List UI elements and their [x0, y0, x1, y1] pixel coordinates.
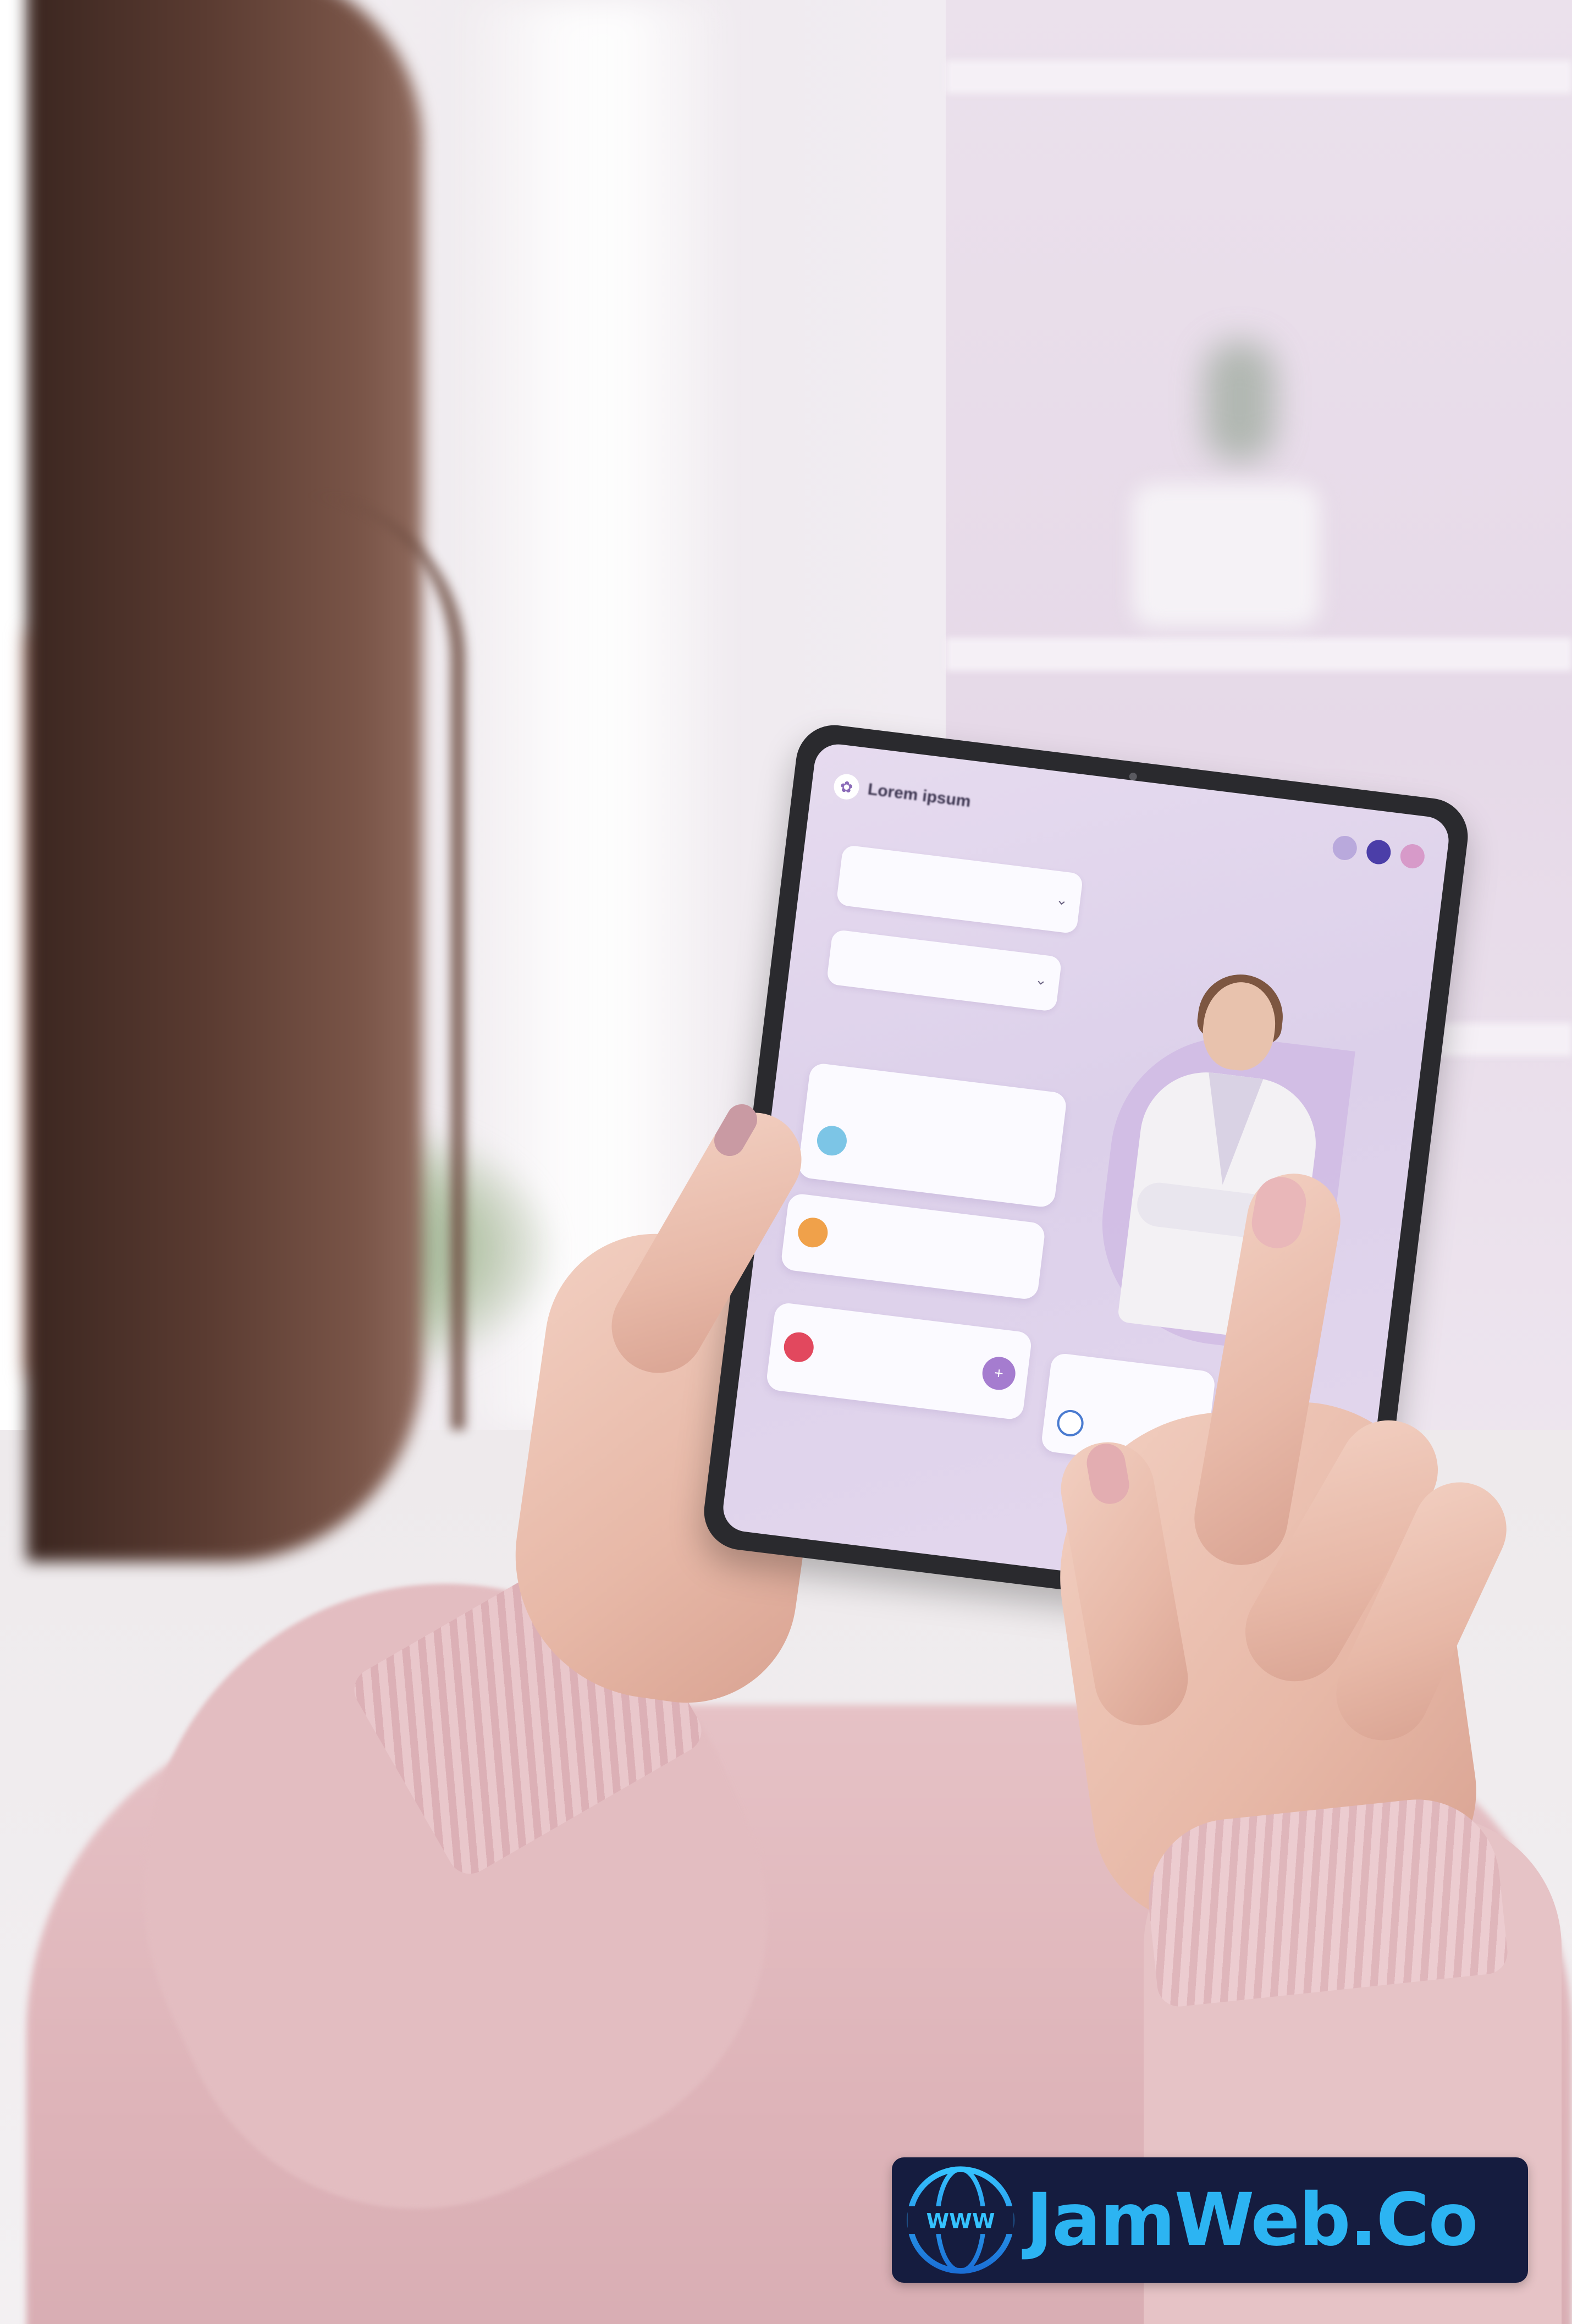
filter-chips — [822, 1019, 887, 1027]
profile-icon[interactable] — [1331, 834, 1359, 862]
app-title: Lorem ipsum — [867, 780, 972, 811]
notification-icon[interactable] — [1365, 838, 1392, 866]
globe-icon: WWW — [907, 2166, 1014, 2274]
watermark-badge: WWW JamWeb.Co — [892, 2157, 1528, 2283]
app-logo-icon: ✿ — [832, 773, 861, 801]
add-button[interactable]: + — [980, 1354, 1018, 1392]
watermark-text: JamWeb.Co — [1026, 2178, 1478, 2262]
clock-icon — [796, 1216, 830, 1249]
settings-icon[interactable] — [1399, 842, 1426, 870]
chevron-down-icon: ⌄ — [1055, 890, 1069, 909]
photo-scene: ✿ Lorem ipsum ⌄ ⌄ + — [0, 0, 1572, 2324]
service-card[interactable]: + — [765, 1302, 1033, 1421]
shelf-board — [946, 638, 1572, 671]
info-icon — [1055, 1408, 1085, 1438]
globe-label: WWW — [926, 2209, 995, 2233]
calendar-icon — [815, 1124, 849, 1158]
hair-strand — [286, 495, 465, 1430]
appointment-card[interactable] — [797, 1062, 1068, 1209]
background-plant — [1204, 341, 1276, 462]
shelf-board — [946, 60, 1572, 93]
heart-icon — [782, 1330, 815, 1364]
location-select[interactable]: ⌄ — [826, 929, 1062, 1012]
service-select[interactable]: ⌄ — [836, 844, 1084, 934]
info-card[interactable] — [780, 1192, 1046, 1301]
header-icons — [1331, 834, 1426, 870]
chevron-down-icon: ⌄ — [1034, 971, 1049, 989]
background-vase — [1133, 484, 1320, 627]
